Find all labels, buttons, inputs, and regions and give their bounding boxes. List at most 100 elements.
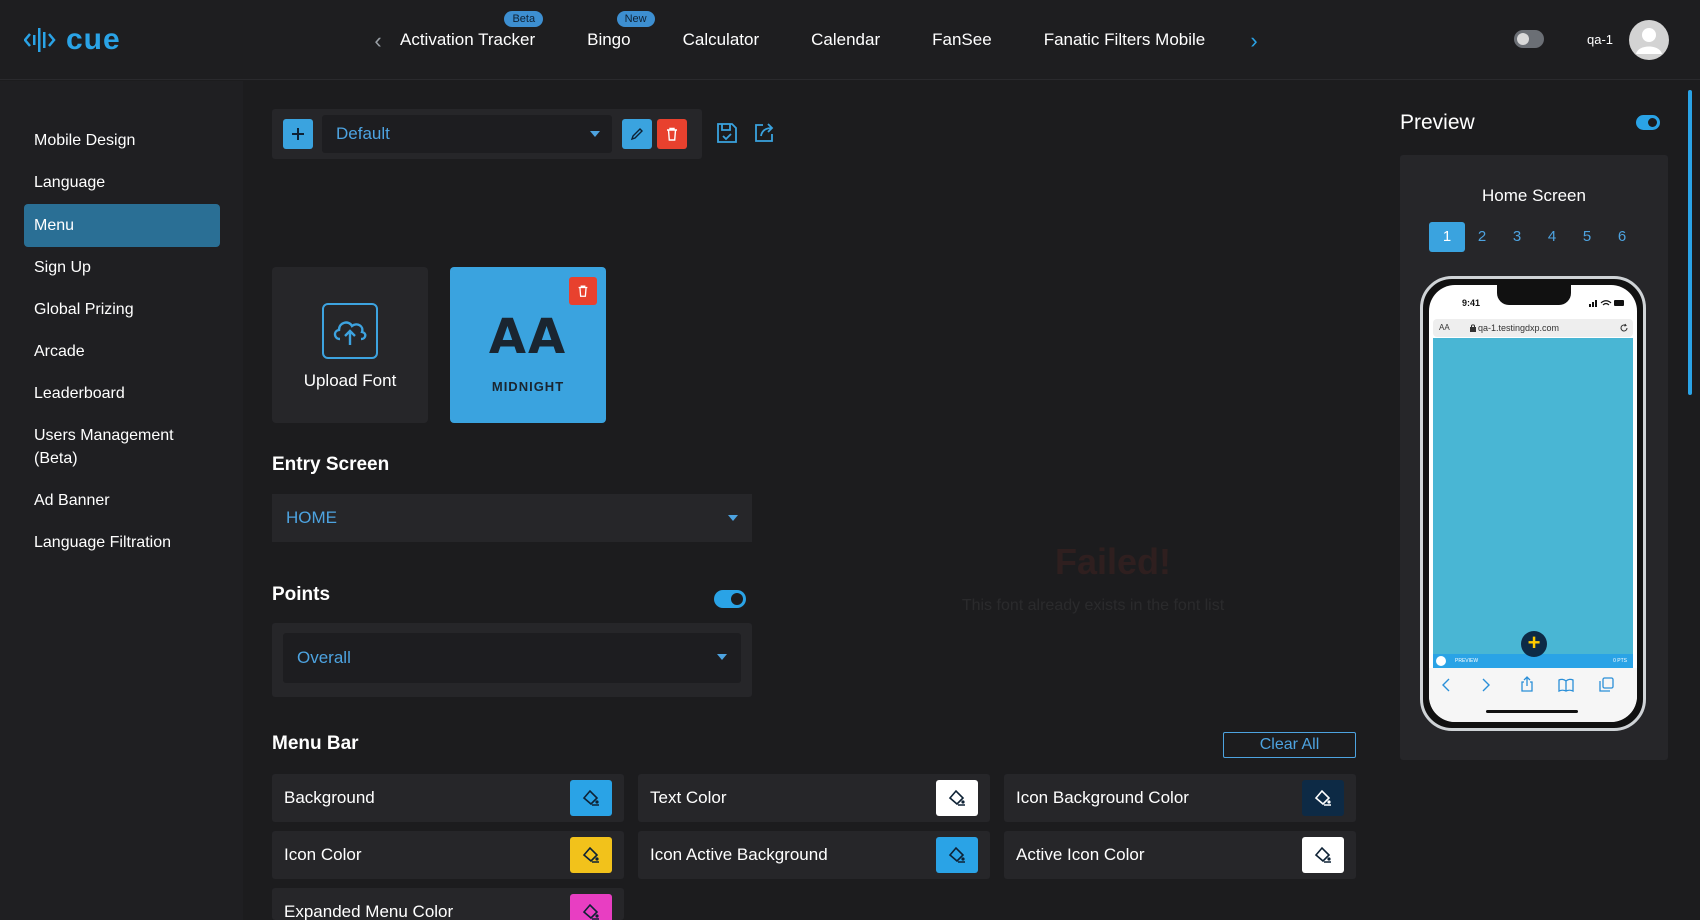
- lock-icon: [1470, 324, 1476, 332]
- phone-status-time: 9:41: [1462, 298, 1481, 308]
- color-row-expanded-menu-color: Expanded Menu Color: [272, 888, 624, 920]
- page-button-1[interactable]: 1: [1429, 222, 1465, 252]
- main-content: Failed! This font already exists in the …: [243, 81, 1383, 920]
- color-row-background: Background: [272, 774, 624, 822]
- user-name: qa-1: [1587, 32, 1614, 47]
- sidebar-item-leaderboard[interactable]: Leaderboard: [24, 372, 220, 415]
- color-label: Icon Active Background: [650, 845, 828, 864]
- chevron-down-icon: [717, 654, 727, 660]
- brand-logo[interactable]: cue: [24, 22, 121, 58]
- preview-toggle[interactable]: [1636, 115, 1660, 130]
- upload-font-card[interactable]: Upload Font: [272, 267, 428, 423]
- app-preview-canvas: PREVIEW 0 PTS +: [1433, 338, 1633, 668]
- user-icon: [1636, 28, 1662, 54]
- color-row-icon-background: Icon Background Color: [1004, 774, 1356, 822]
- browser-bottom-bar: [1429, 668, 1637, 722]
- font-name: MIDNIGHT: [491, 379, 565, 394]
- clear-all-button[interactable]: Clear All: [1223, 732, 1356, 758]
- sidebar-item-language[interactable]: Language: [24, 161, 220, 204]
- menu-bar-title: Menu Bar: [272, 733, 359, 754]
- sidebar-item-sign-up[interactable]: Sign Up: [24, 246, 220, 289]
- tabs-scroll-right-icon[interactable]: ›: [1244, 28, 1264, 53]
- app-tab-bingo[interactable]: Bingo New: [587, 11, 655, 50]
- app-tab-label: FanSee: [932, 30, 992, 49]
- color-row-icon-color: Icon Color: [272, 831, 624, 879]
- beta-badge: Beta: [504, 11, 544, 27]
- app-tab-fanatic-filters-mobile[interactable]: Fanatic Filters Mobile: [1044, 30, 1206, 50]
- paint-bucket-icon: [1314, 789, 1331, 806]
- color-row-icon-active-background: Icon Active Background: [638, 831, 990, 879]
- chevron-down-icon: [728, 515, 738, 521]
- points-title: Points: [272, 584, 331, 605]
- dark-mode-toggle[interactable]: [1514, 30, 1544, 48]
- sidebar-item-users-management[interactable]: Users Management (Beta): [24, 414, 220, 480]
- soundwave-logo-icon: [24, 28, 56, 52]
- page-button-6[interactable]: 6: [1604, 222, 1640, 252]
- sidebar-item-arcade[interactable]: Arcade: [24, 330, 220, 373]
- chevron-down-icon: [590, 131, 600, 137]
- cloud-upload-icon: [322, 303, 378, 359]
- page-button-5[interactable]: 5: [1569, 222, 1605, 252]
- chevron-right-icon: [1482, 678, 1490, 692]
- color-label: Icon Background Color: [1016, 788, 1189, 807]
- app-tab-fansee[interactable]: FanSee: [932, 30, 992, 50]
- app-tabs: Activation Tracker Beta Bingo New Calcul…: [400, 0, 1257, 80]
- points-toggle[interactable]: [714, 590, 746, 608]
- points-select[interactable]: Overall: [283, 633, 741, 683]
- save-icon[interactable]: [715, 121, 739, 145]
- profile-dot: [1436, 656, 1446, 666]
- color-row-text-color: Text Color: [638, 774, 990, 822]
- preview-strip-label: PREVIEW: [1455, 658, 1479, 664]
- tabs-scroll-left-icon[interactable]: ‹: [368, 28, 388, 53]
- app-tab-label: Activation Tracker: [400, 30, 536, 49]
- entry-screen-select[interactable]: HOME: [272, 494, 752, 542]
- theme-toolbar: Default: [272, 109, 702, 159]
- dialog-message: This font already exists in the font lis…: [961, 597, 1225, 614]
- color-picker-button[interactable]: [1302, 780, 1344, 816]
- new-badge: New: [616, 11, 655, 27]
- app-tab-label: Fanatic Filters Mobile: [1043, 30, 1206, 49]
- app-tab-label: Calendar: [811, 30, 881, 49]
- export-icon[interactable]: [752, 121, 776, 145]
- delete-font-button[interactable]: [569, 277, 597, 305]
- bookmarks-icon: [1558, 678, 1574, 692]
- theme-select[interactable]: Default: [322, 115, 612, 153]
- trash-icon: [667, 127, 677, 141]
- sidebar-item-menu[interactable]: Menu: [24, 204, 220, 247]
- preview-screen-name: Home Screen: [1482, 186, 1586, 205]
- home-indicator: [1486, 710, 1578, 713]
- color-label: Icon Color: [284, 845, 362, 864]
- avatar[interactable]: [1629, 20, 1669, 60]
- refresh-icon: [1620, 323, 1628, 332]
- theme-select-value: Default: [336, 124, 390, 143]
- page-button-4[interactable]: 4: [1534, 222, 1570, 252]
- add-theme-button[interactable]: [283, 119, 313, 149]
- browser-url-bar: AA qa-1.testingdxp.com: [1433, 319, 1633, 337]
- paint-bucket-icon: [582, 846, 599, 863]
- color-picker-button[interactable]: [570, 894, 612, 920]
- points-select-value: Overall: [297, 648, 351, 667]
- color-picker-button[interactable]: [570, 837, 612, 873]
- color-picker-button[interactable]: [1302, 837, 1344, 873]
- font-card-midnight[interactable]: AA MIDNIGHT: [450, 267, 606, 423]
- color-label: Expanded Menu Color: [284, 902, 454, 920]
- paint-bucket-icon: [948, 789, 965, 806]
- page-button-3[interactable]: 3: [1499, 222, 1535, 252]
- page-scrollbar[interactable]: [1688, 90, 1692, 395]
- sidebar-item-language-filtration[interactable]: Language Filtration: [24, 521, 220, 564]
- app-tab-activation-tracker[interactable]: Activation Tracker Beta: [400, 11, 544, 50]
- color-picker-button[interactable]: [936, 780, 978, 816]
- app-tab-calculator[interactable]: Calculator: [683, 30, 760, 50]
- paint-bucket-icon: [582, 789, 599, 806]
- delete-theme-button[interactable]: [657, 119, 687, 149]
- color-picker-button[interactable]: [936, 837, 978, 873]
- signal-wifi-battery-icon: [1589, 300, 1624, 307]
- color-label: Text Color: [650, 788, 727, 807]
- page-button-2[interactable]: 2: [1464, 222, 1500, 252]
- sidebar-item-mobile-design[interactable]: Mobile Design: [24, 119, 220, 162]
- edit-theme-button[interactable]: [622, 119, 652, 149]
- app-tab-calendar[interactable]: Calendar: [811, 30, 880, 50]
- sidebar-item-global-prizing[interactable]: Global Prizing: [24, 288, 220, 331]
- color-picker-button[interactable]: [570, 780, 612, 816]
- sidebar-item-ad-banner[interactable]: Ad Banner: [24, 479, 220, 522]
